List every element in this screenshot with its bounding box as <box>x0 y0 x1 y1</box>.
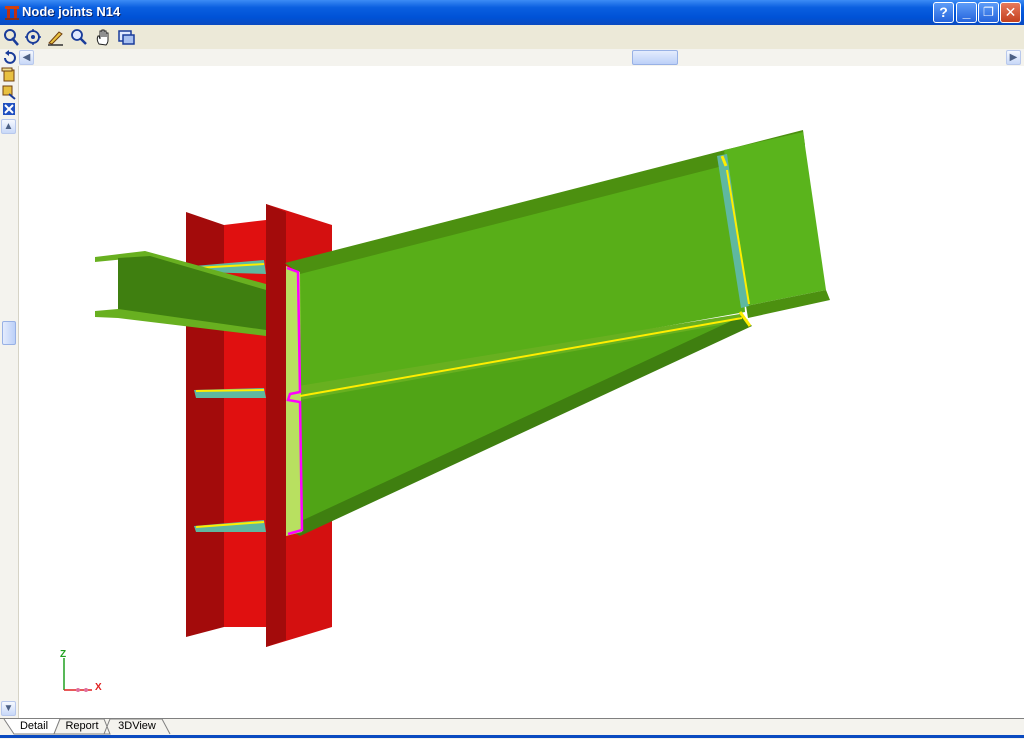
axes-indicator: Z X <box>60 649 102 693</box>
window-title: Node joints N14 <box>22 4 121 19</box>
weld-line <box>195 389 265 392</box>
undo-rotate-icon[interactable] <box>1 50 17 66</box>
3d-viewport[interactable]: Z X <box>19 66 1024 718</box>
horizontal-scroll-thumb[interactable] <box>632 50 678 65</box>
side-view-icon[interactable] <box>1 84 17 100</box>
close-button[interactable]: ✕ <box>1000 2 1021 23</box>
scroll-down-button[interactable]: ▼ <box>1 701 16 716</box>
tab-3dview[interactable]: 3DView <box>112 719 162 735</box>
edit-pen-icon[interactable] <box>46 28 65 46</box>
help-button[interactable]: ? <box>933 2 954 23</box>
tab-detail[interactable]: Detail <box>14 719 54 735</box>
zoom-icon[interactable] <box>69 28 88 46</box>
rotate-view-icon[interactable] <box>24 28 43 46</box>
tab-report[interactable]: Report <box>62 719 102 735</box>
vertical-scrollbar[interactable]: ▲ ▼ <box>0 49 19 718</box>
minimize-button[interactable]: _ <box>956 2 977 23</box>
horizontal-scrollbar[interactable]: ◀ ▶ <box>18 49 1024 67</box>
pan-hand-icon[interactable] <box>94 28 113 46</box>
node-joint-3d-model[interactable]: Z X <box>19 66 1024 718</box>
scroll-right-button[interactable]: ▶ <box>1006 50 1021 65</box>
title-bar: Node joints N14 ? _ ❐ ✕ <box>0 0 1024 25</box>
toolbar <box>0 25 1024 49</box>
axes-view-icon[interactable] <box>1 101 17 117</box>
restore-button[interactable]: ❐ <box>978 2 999 23</box>
select-tool-icon[interactable] <box>2 28 21 46</box>
app-icon <box>5 6 19 20</box>
scroll-left-button[interactable]: ◀ <box>19 50 34 65</box>
axis-x-label: X <box>95 682 102 693</box>
axis-z-label: Z <box>60 649 66 660</box>
scroll-up-button[interactable]: ▲ <box>1 119 16 134</box>
front-view-icon[interactable] <box>1 67 17 83</box>
vertical-scroll-thumb[interactable] <box>2 321 16 345</box>
view-options-icon[interactable] <box>117 28 136 46</box>
column-front-flange-inner <box>266 204 286 647</box>
